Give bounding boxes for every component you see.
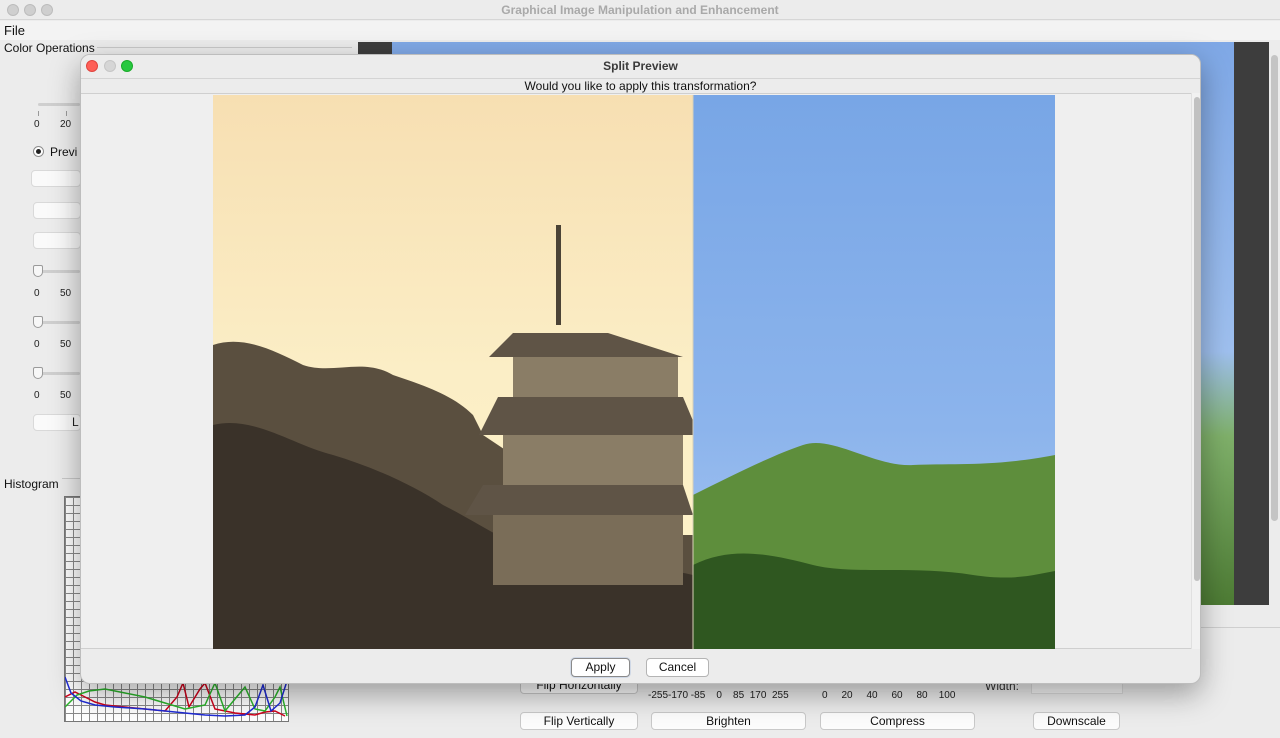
apply-button[interactable]: Apply — [571, 658, 630, 677]
pagoda-roof-3 — [465, 485, 693, 515]
slider-thumb[interactable] — [33, 367, 43, 379]
slider-track[interactable] — [38, 270, 80, 273]
group-border — [62, 478, 80, 479]
tick-label: 20 — [60, 119, 72, 130]
cancel-button[interactable]: Cancel — [646, 658, 709, 677]
tick-label: 0 — [34, 288, 40, 299]
partial-button[interactable]: L — [33, 414, 81, 431]
partial-button-label: L — [72, 415, 79, 429]
menu-file[interactable]: File — [4, 23, 25, 38]
dialog-titlebar: Split Preview — [81, 55, 1200, 79]
tick-label: 50 — [60, 390, 72, 401]
split-preview-image — [213, 95, 1055, 649]
pagoda-body-2 — [503, 435, 683, 485]
slider-thumb[interactable] — [33, 265, 43, 277]
dialog-scrollbar-thumb[interactable] — [1194, 97, 1200, 581]
histogram-title: Histogram — [4, 477, 61, 491]
split-preview-dialog: Split Preview Would you like to apply th… — [80, 54, 1201, 684]
slider-thumb[interactable] — [33, 316, 43, 328]
slider-track[interactable] — [38, 321, 80, 324]
tick-label: 0 — [34, 119, 40, 130]
compress-scale: 0 20 40 60 80 100 — [822, 690, 956, 701]
pagoda-roof-2 — [479, 397, 699, 435]
image-scrollbar[interactable] — [1271, 55, 1278, 521]
preview-area — [81, 93, 1191, 649]
tick-label: 0 — [34, 390, 40, 401]
image-border — [1234, 42, 1269, 605]
downscale-button[interactable]: Downscale — [1033, 712, 1120, 730]
dialog-title: Split Preview — [603, 59, 678, 73]
menubar: File — [0, 21, 1280, 40]
group-border — [96, 47, 352, 48]
slider-track[interactable] — [38, 103, 80, 106]
brighten-scale: -255-170 -85 0 85 170 255 — [648, 690, 789, 701]
main-titlebar: Graphical Image Manipulation and Enhance… — [0, 0, 1280, 20]
slider-track[interactable] — [38, 372, 80, 375]
operation-button[interactable] — [31, 170, 81, 187]
pagoda-body-1 — [513, 357, 678, 397]
compress-button[interactable]: Compress — [820, 712, 975, 730]
dialog-scrollbar[interactable] — [1191, 93, 1200, 649]
tick-mark — [38, 111, 39, 116]
pagoda-spire — [556, 225, 561, 325]
window-title: Graphical Image Manipulation and Enhance… — [501, 3, 779, 17]
histogram-green-curve — [65, 681, 288, 717]
tick-label: 0 — [34, 339, 40, 350]
operation-button[interactable] — [33, 202, 81, 219]
tick-label: 50 — [60, 288, 72, 299]
preview-radio-label: Previ — [50, 145, 78, 159]
brighten-button[interactable]: Brighten — [651, 712, 806, 730]
split-preview-canvas — [213, 95, 1055, 649]
color-operations-title: Color Operations — [4, 41, 97, 55]
tick-label: 50 — [60, 339, 72, 350]
pagoda-body-3 — [493, 515, 683, 585]
image-border — [358, 42, 392, 54]
histogram-red-curve — [65, 680, 286, 717]
flip-vertically-button[interactable]: Flip Vertically — [520, 712, 638, 730]
preview-radio[interactable] — [33, 146, 44, 157]
tick-mark — [66, 111, 67, 116]
operation-button[interactable] — [33, 232, 81, 249]
dialog-prompt: Would you like to apply this transformat… — [524, 79, 757, 93]
